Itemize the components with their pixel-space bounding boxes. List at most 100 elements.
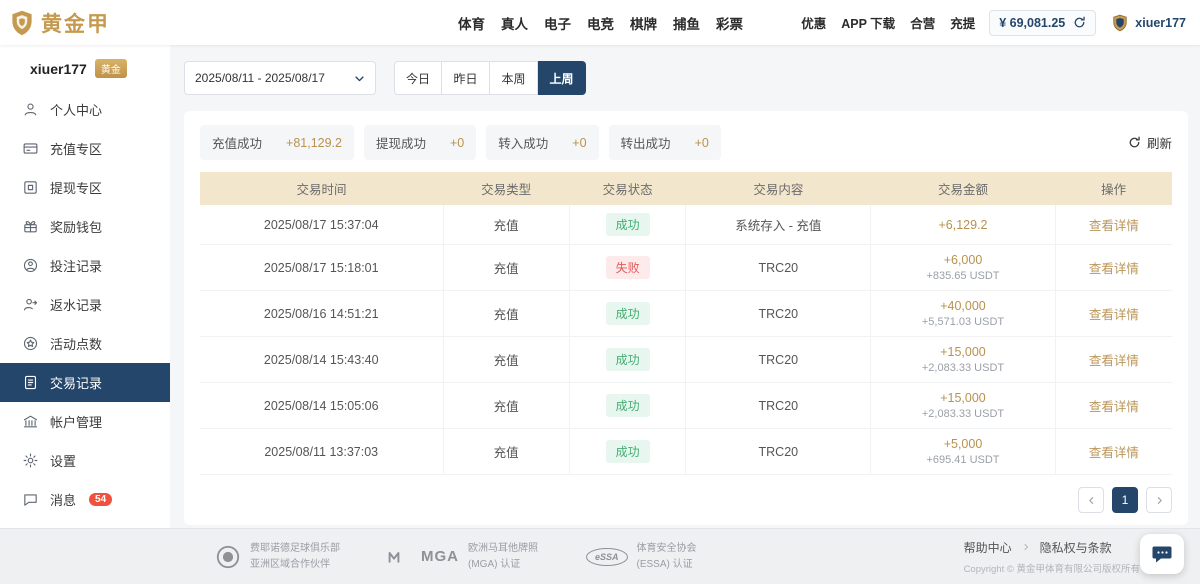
header-cell-action: 操作 — [1055, 172, 1172, 205]
cell-time: 2025/08/14 15:43:40 — [200, 337, 443, 383]
top-links: 优惠 APP 下载合营充提 — [801, 13, 975, 32]
amount-usdt: +2,083.33 USDT — [877, 408, 1049, 420]
sidebar-username: xiuer177 — [30, 61, 87, 77]
nav-item-chess[interactable]: 棋牌 — [630, 13, 657, 33]
cell-action: 查看详情 — [1055, 205, 1172, 245]
partner-line1: 体育安全协会 — [637, 541, 697, 557]
view-details-link[interactable]: 查看详情 — [1089, 354, 1139, 368]
cell-content: TRC20 — [686, 337, 871, 383]
tab-last-week[interactable]: 上周 — [538, 61, 586, 95]
partner-line1: 欧洲马耳他牌照 — [468, 541, 538, 557]
cell-content: 系统存入 - 充值 — [686, 205, 871, 245]
cell-type: 充值 — [443, 245, 569, 291]
nav-item-live[interactable]: 真人 — [501, 13, 528, 33]
view-details-link[interactable]: 查看详情 — [1089, 400, 1139, 414]
sidebar-item-deposit-zone[interactable]: 充值专区 — [0, 129, 170, 168]
message-count-badge: 54 — [89, 493, 112, 506]
username: xiuer177 — [1135, 16, 1186, 30]
summary-chip-transfer-out-success: 转出成功+0 — [609, 125, 721, 160]
help-center-link[interactable]: 帮助中心 — [964, 539, 1012, 556]
nav-item-slots[interactable]: 电子 — [544, 13, 571, 33]
cell-action: 查看详情 — [1055, 245, 1172, 291]
copyright: Copyright © 黄金甲体育有限公司版权所有 — [964, 561, 1140, 575]
tab-today[interactable]: 今日 — [394, 61, 442, 95]
cell-status: 成功 — [569, 205, 686, 245]
chat-fab-button[interactable] — [1140, 534, 1184, 574]
sidebar-item-label: 投注记录 — [50, 256, 102, 275]
cell-action: 查看详情 — [1055, 291, 1172, 337]
sidebar-item-personal-center[interactable]: 个人中心 — [0, 90, 170, 129]
filter-row: 2025/08/11 - 2025/08/17 今日昨日本周上周 — [184, 61, 1188, 95]
sidebar-item-reward-wallet[interactable]: 奖励钱包 — [0, 207, 170, 246]
partner-club[interactable]: 费耶诺德足球俱乐部亚洲区域合作伙伴 — [215, 541, 340, 572]
user-chip[interactable]: xiuer177 — [1110, 13, 1186, 33]
partner-text: 体育安全协会(ESSA) 认证 — [637, 541, 697, 572]
view-details-link[interactable]: 查看详情 — [1089, 219, 1139, 233]
sidebar-item-account-management[interactable]: 帐户管理 — [0, 402, 170, 441]
chevron-left-icon — [1087, 496, 1096, 505]
cell-action: 查看详情 — [1055, 383, 1172, 429]
table-row: 2025/08/14 15:05:06充值成功TRC20+15,000+2,08… — [200, 383, 1172, 429]
refresh-button[interactable]: 刷新 — [1128, 133, 1172, 152]
top-link-deposit-withdraw[interactable]: 充提 — [950, 13, 975, 32]
rebate-icon — [22, 296, 39, 313]
sidebar-item-activity-points[interactable]: 活动点数 — [0, 324, 170, 363]
tab-this-week[interactable]: 本周 — [490, 61, 538, 95]
cell-amount: +6,000+835.65 USDT — [871, 245, 1056, 291]
sidebar-item-bet-records[interactable]: 投注记录 — [0, 246, 170, 285]
partner-mga[interactable]: MGA欧洲马耳他牌照(MGA) 认证 — [388, 541, 538, 572]
privacy-terms-link[interactable]: 隐私权与条款 — [1040, 539, 1112, 556]
footer-right: 帮助中心 隐私权与条款 Copyright © 黄金甲体育有限公司版权所有 — [964, 539, 1140, 575]
tab-yesterday[interactable]: 昨日 — [442, 61, 490, 95]
refresh-balance-icon[interactable] — [1073, 16, 1086, 29]
cell-type: 充值 — [443, 205, 569, 245]
cell-type: 充值 — [443, 429, 569, 475]
view-details-link[interactable]: 查看详情 — [1089, 308, 1139, 322]
amount-usdt: +2,083.33 USDT — [877, 362, 1049, 374]
view-details-link[interactable]: 查看详情 — [1089, 262, 1139, 276]
partner-line1: 费耶诺德足球俱乐部 — [250, 541, 340, 557]
settings-icon — [22, 452, 39, 469]
status-badge: 成功 — [606, 213, 650, 236]
transactions-panel: 充值成功+81,129.2提现成功+0转入成功+0转出成功+0 刷新 交易时间交… — [184, 111, 1188, 525]
top-link-app-download[interactable]: APP 下载 — [841, 13, 895, 32]
header-cell-content: 交易内容 — [686, 172, 871, 205]
cell-type: 充值 — [443, 291, 569, 337]
cell-status: 成功 — [569, 291, 686, 337]
partner-essa[interactable]: eSSA体育安全协会(ESSA) 认证 — [586, 541, 697, 572]
logo-text: 黄金甲 — [41, 8, 110, 38]
transactions-icon — [22, 374, 39, 391]
sidebar-item-label: 帐户管理 — [50, 412, 102, 431]
cell-amount: +15,000+2,083.33 USDT — [871, 337, 1056, 383]
nav-item-fishing[interactable]: 捕鱼 — [673, 13, 700, 33]
nav-item-sports[interactable]: 体育 — [458, 13, 485, 33]
sidebar-item-rebate-records[interactable]: 返水记录 — [0, 285, 170, 324]
sidebar-item-label: 奖励钱包 — [50, 217, 102, 236]
vip-shield-icon — [1110, 13, 1130, 33]
sidebar-item-label: 消息 — [50, 490, 76, 509]
sidebar-item-withdraw-zone[interactable]: 提现专区 — [0, 168, 170, 207]
nav-item-esports[interactable]: 电竞 — [587, 13, 614, 33]
status-badge: 失败 — [606, 256, 650, 279]
cell-time: 2025/08/17 15:37:04 — [200, 205, 443, 245]
account-icon — [22, 413, 39, 430]
balance-box[interactable]: ¥ 69,081.25 — [989, 10, 1096, 36]
logo[interactable]: 黄金甲 — [8, 8, 110, 38]
date-range-select[interactable]: 2025/08/11 - 2025/08/17 — [184, 61, 376, 95]
sidebar-item-settings[interactable]: 设置 — [0, 441, 170, 480]
view-details-link[interactable]: 查看详情 — [1089, 446, 1139, 460]
sidebar-item-transaction-records[interactable]: 交易记录 — [0, 363, 170, 402]
table-row: 2025/08/16 14:51:21充值成功TRC20+40,000+5,57… — [200, 291, 1172, 337]
mga-logo-icon — [388, 549, 412, 565]
nav-item-lottery[interactable]: 彩票 — [716, 13, 743, 33]
top-link-partnership[interactable]: 合营 — [910, 13, 935, 32]
mga-brand-text: MGA — [421, 548, 459, 565]
sidebar-item-messages[interactable]: 消息 54 — [0, 480, 170, 519]
top-link-promotions[interactable]: 优惠 — [801, 13, 826, 32]
page-number-button[interactable]: 1 — [1112, 487, 1138, 513]
header-cell-type: 交易类型 — [443, 172, 569, 205]
page-prev-button[interactable] — [1078, 487, 1104, 513]
chevron-down-icon — [354, 73, 365, 84]
page-next-button[interactable] — [1146, 487, 1172, 513]
pagination: 1 — [200, 487, 1172, 513]
